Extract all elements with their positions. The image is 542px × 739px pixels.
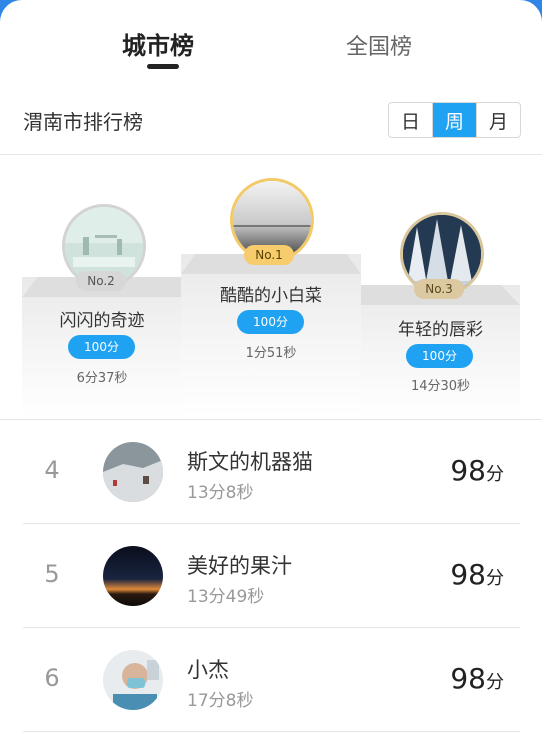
player-score: 98分 [450, 454, 504, 487]
avatar[interactable] [103, 442, 163, 502]
player-score: 98分 [450, 662, 504, 695]
podium-name-first: 酷酷的小白菜 [220, 286, 322, 306]
avatar[interactable] [103, 650, 163, 710]
divider [23, 731, 520, 732]
podium-name-third: 年轻的唇彩 [398, 320, 483, 340]
page-title: 渭南市排行榜 [23, 110, 143, 134]
podium-name-second: 闪闪的奇迹 [59, 311, 145, 331]
podium-block-first [181, 254, 361, 417]
active-tab-indicator [147, 64, 179, 69]
player-time: 13分8秒 [187, 483, 254, 503]
rank-number: 6 [44, 664, 60, 692]
score-value: 98 [450, 454, 486, 487]
podium-time-second: 6分37秒 [76, 371, 128, 386]
player-time: 13分49秒 [187, 587, 265, 607]
period-month-button[interactable]: 月 [477, 103, 520, 137]
list-item[interactable]: 5 美好的果汁 13分49秒 98分 [0, 524, 542, 628]
score-pill: 100分 [406, 344, 473, 368]
player-score: 98分 [450, 558, 504, 591]
rank-badge-third: No.3 [414, 279, 464, 299]
podium: No.2 No.1 No.3 闪闪的奇迹 酷酷的小白菜 年轻的唇彩 100分 1… [0, 155, 542, 420]
player-name: 斯文的机器猫 [187, 450, 313, 474]
score-pill: 100分 [237, 310, 304, 334]
podium-time-third: 14分30秒 [410, 379, 471, 394]
rank-number: 4 [44, 456, 60, 484]
rank-number: 5 [44, 560, 60, 588]
player-name: 小杰 [187, 658, 229, 682]
ranking-header: 渭南市排行榜 日 周 月 [0, 100, 542, 155]
player-time: 17分8秒 [187, 691, 254, 711]
tab-bar: 城市榜 全国榜 [0, 0, 542, 90]
score-unit: 分 [486, 672, 504, 693]
avatar[interactable] [103, 546, 163, 606]
list-item[interactable]: 6 小杰 17分8秒 98分 [0, 628, 542, 732]
player-name: 美好的果汁 [187, 554, 292, 578]
ranking-list: 4 斯文的机器猫 13分8秒 98分 5 美好的果汁 13分49秒 98分 6 … [0, 420, 542, 732]
score-unit: 分 [486, 568, 504, 589]
score-value: 98 [450, 662, 486, 695]
tab-national[interactable]: 全国榜 [346, 29, 412, 61]
podium-time-first: 1分51秒 [245, 346, 297, 361]
tab-city[interactable]: 城市榜 [122, 26, 194, 61]
rank-badge-first: No.1 [244, 245, 294, 265]
list-item[interactable]: 4 斯文的机器猫 13分8秒 98分 [0, 420, 542, 524]
period-week-button[interactable]: 周 [433, 103, 477, 137]
score-unit: 分 [486, 464, 504, 485]
score-pill: 100分 [68, 335, 135, 359]
leaderboard-sheet: 城市榜 全国榜 渭南市排行榜 日 周 月 No.2 No.1 No.3 闪闪的奇… [0, 0, 542, 739]
period-day-button[interactable]: 日 [389, 103, 433, 137]
period-selector: 日 周 月 [388, 102, 521, 138]
score-value: 98 [450, 558, 486, 591]
rank-badge-second: No.2 [76, 271, 126, 291]
